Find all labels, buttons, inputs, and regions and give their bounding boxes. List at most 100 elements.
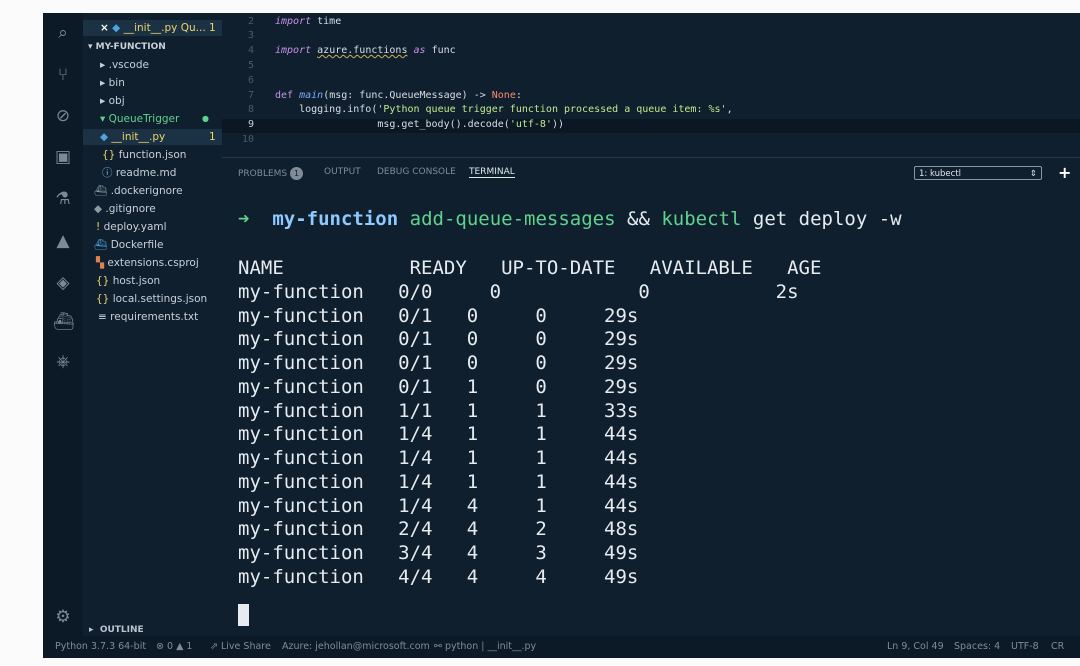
azure-account[interactable]: Azure: jehollan@microsoft.com [282, 636, 430, 658]
chevron-right-icon: ▸ [89, 625, 94, 635]
docker-icon: ⛴ [94, 239, 108, 251]
chevron-down-icon: ▾ [88, 42, 93, 52]
warning-icon: ▲ [176, 641, 184, 652]
terminal-row: my-function 0/1 0 0 29s [238, 328, 639, 350]
tree-item-label: QueueTrigger [108, 113, 180, 125]
open-editor-tab[interactable]: × ◆ __init__.py Qu... 1 [83, 20, 222, 36]
status-bar: Python 3.7.3 64-bit ⊗ 0 ▲ 1 ⇗ Live Share… [43, 636, 1080, 658]
tree-item-bin[interactable]: ▸ bin [83, 75, 125, 91]
close-icon[interactable]: × [83, 22, 109, 34]
source-control-icon[interactable]: ⑂ [53, 65, 73, 85]
azure-icon[interactable]: ▲ [53, 231, 73, 251]
tree-item-host-json[interactable]: {} host.json [83, 273, 160, 289]
debug-icon[interactable]: ⊘ [53, 106, 73, 126]
python-version[interactable]: Python 3.7.3 64-bit [55, 636, 146, 658]
tab-output[interactable]: OUTPUT [324, 167, 361, 177]
problem-count: 1 [209, 131, 216, 143]
tree-item-label: .vscode [108, 59, 149, 71]
text-file-icon: ≡ [98, 311, 107, 323]
root-folder-label: MY-FUNCTION [95, 42, 166, 52]
tree-item-obj[interactable]: ▸ obj [83, 93, 125, 109]
csproj-icon: ▚ [96, 257, 105, 269]
prompt-directory: my-function [272, 208, 399, 230]
prompt-git-branch: add-queue-messages [409, 208, 616, 230]
tab-problems[interactable]: PROBLEMS 1 [238, 167, 303, 180]
terminal-table-header: NAME READY UP-TO-DATE AVAILABLE AGE [238, 257, 822, 279]
interpreter-label: python | __init__.py [445, 641, 537, 652]
terminal-row: my-function 1/4 1 1 44s [238, 423, 639, 445]
remote-explorer-icon[interactable]: ◈ [53, 273, 73, 293]
code-line-4: import azure.functions as func [275, 45, 456, 56]
tree-item-requirements[interactable]: ≡ requirements.txt [83, 309, 198, 325]
modified-dot-icon: ● [202, 114, 209, 123]
tree-item-gitignore[interactable]: ◆ .gitignore [83, 201, 156, 217]
search-icon[interactable]: ⌕ [53, 23, 73, 43]
warning-count: 1 [186, 641, 193, 652]
tree-item-deploy-yaml[interactable]: ! deploy.yaml [83, 219, 167, 235]
cursor-position[interactable]: Ln 9, Col 49 [887, 636, 944, 658]
indentation[interactable]: Spaces: 4 [954, 636, 1000, 658]
tree-item-label: extensions.csproj [107, 257, 199, 269]
tree-item-vscode[interactable]: ▸ .vscode [83, 57, 149, 73]
tree-item-init-py[interactable]: ◆ __init__.py 1 [83, 129, 222, 145]
prompt-arrow-icon: ➜ [238, 208, 250, 230]
kubernetes-icon[interactable]: ⎈ [53, 352, 73, 372]
json-icon: {} [96, 275, 110, 287]
outline-label: OUTLINE [99, 625, 144, 635]
tree-item-local-settings[interactable]: {} local.settings.json [83, 291, 207, 307]
add-terminal-button[interactable]: + [1058, 163, 1071, 182]
terminal-prompt: ➜ my-function add-queue-messages && kube… [238, 208, 902, 230]
tree-item-label: .gitignore [105, 203, 156, 215]
line-number: 3 [247, 30, 254, 41]
terminal-cursor[interactable] [238, 604, 249, 626]
terminal-row: my-function 1/4 1 1 44s [238, 471, 639, 493]
live-share-button[interactable]: ⇗ Live Share [210, 636, 271, 658]
live-share-label: Live Share [221, 641, 271, 652]
bottom-panel: PROBLEMS 1 OUTPUT DEBUG CONSOLE TERMINAL… [222, 157, 1080, 637]
line-number: 8 [247, 104, 254, 115]
tree-item-dockerignore[interactable]: ⛴ .dockerignore [83, 183, 183, 199]
python-icon: ◆ [100, 131, 109, 143]
code-editor[interactable]: 2 3 4 5 6 7 8 9 10 import time import az… [222, 13, 1080, 157]
problems-indicator[interactable]: ⊗ 0 ▲ 1 [156, 636, 192, 658]
end-of-line[interactable]: CR [1051, 636, 1064, 658]
open-editor-folder: Qu... [180, 22, 206, 34]
docker-icon[interactable]: ⛴ [53, 312, 75, 332]
tree-item-label: bin [108, 77, 125, 89]
settings-gear-icon[interactable]: ⚙ [53, 607, 73, 627]
tree-item-label: obj [108, 95, 125, 107]
tab-terminal[interactable]: TERMINAL [469, 167, 515, 178]
problem-count: 1 [209, 22, 216, 34]
code-line-8: logging.info('Python queue trigger funct… [275, 104, 733, 115]
extensions-icon[interactable]: ▣ [53, 147, 73, 167]
line-number: 2 [247, 16, 254, 27]
python-icon: ◆ [112, 22, 121, 34]
tree-item-queuetrigger[interactable]: ▾ QueueTrigger ● [83, 111, 222, 127]
interpreter-status[interactable]: ⚯ python | __init__.py [434, 636, 536, 658]
terminal-row: my-function 1/4 1 1 44s [238, 447, 639, 469]
error-icon: ⊗ [156, 641, 164, 652]
terminal-row: my-function 0/1 1 0 29s [238, 376, 639, 398]
tree-item-readme[interactable]: ⓘ readme.md [83, 165, 176, 181]
line-number: 10 [241, 134, 254, 145]
line-number: 9 [247, 119, 254, 130]
terminal-row: my-function 0/0 0 0 2s [238, 281, 799, 303]
terminal-row: my-function 2/4 4 2 48s [238, 518, 639, 540]
tree-item-label: .dockerignore [110, 185, 183, 197]
open-editor-name: __init__.py [123, 22, 178, 34]
git-icon: ◆ [94, 203, 103, 215]
test-flask-icon[interactable]: ⚗ [53, 189, 73, 209]
chevron-right-icon: ▸ [100, 77, 106, 89]
line-number: 5 [247, 60, 254, 71]
json-icon: {} [102, 149, 116, 161]
tree-item-dockerfile[interactable]: ⛴ Dockerfile [83, 237, 163, 253]
tree-item-function-json[interactable]: {} function.json [83, 147, 186, 163]
tree-item-label: function.json [118, 149, 187, 161]
info-icon: ⓘ [102, 167, 113, 179]
terminal-select[interactable]: 1: kubectl ⇕ [914, 166, 1042, 180]
explorer-root[interactable]: ▾ MY-FUNCTION [83, 39, 166, 55]
line-number: 7 [247, 90, 254, 101]
encoding[interactable]: UTF-8 [1011, 636, 1039, 658]
tree-item-csproj[interactable]: ▚ extensions.csproj [83, 255, 199, 271]
tab-debug-console[interactable]: DEBUG CONSOLE [377, 167, 456, 177]
